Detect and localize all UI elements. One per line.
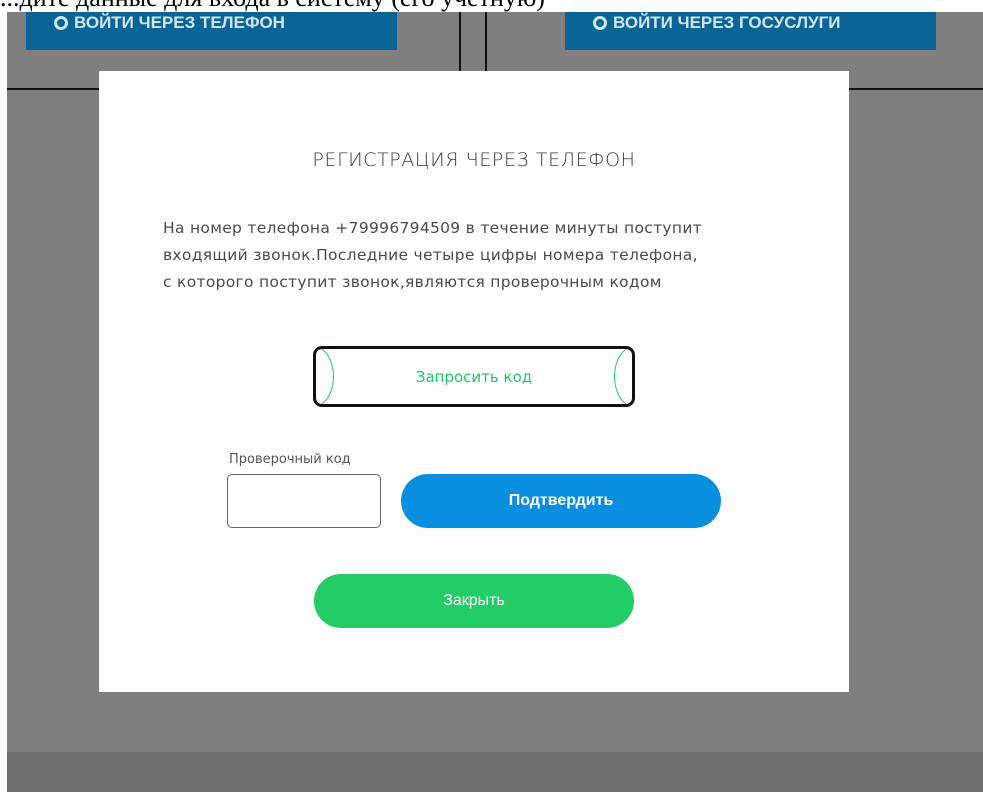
divider-line (849, 88, 983, 90)
request-code-button[interactable]: Запросить код (313, 346, 635, 407)
close-label: Закрыть (443, 592, 505, 609)
confirm-button[interactable]: Подтвердить (401, 474, 721, 528)
login-gosuslugi-button[interactable]: ВОЙТИ ЧЕРЕЗ ГОСУСЛУГИ (565, 12, 936, 50)
shield-icon (593, 16, 607, 30)
modal-title: РЕГИСТРАЦИЯ ЧЕРЕЗ ТЕЛЕФОН (312, 149, 636, 171)
code-field-label: Проверочный код (229, 452, 351, 467)
verification-code-input[interactable] (227, 474, 381, 528)
request-code-label: Запросить код (415, 367, 533, 386)
button-decoration (614, 349, 632, 404)
shield-icon (54, 16, 68, 30)
login-phone-button[interactable]: ВОЙТИ ЧЕРЕЗ ТЕЛЕФОН (26, 12, 397, 50)
close-button[interactable]: Закрыть (314, 574, 634, 628)
modal-description: На номер телефона +79996794509 в течение… (163, 215, 803, 296)
button-decoration (316, 349, 334, 404)
description-line: с которого поступит звонок,являются пров… (163, 273, 662, 291)
phone-registration-modal: РЕГИСТРАЦИЯ ЧЕРЕЗ ТЕЛЕФОН На номер телеф… (99, 71, 849, 692)
divider-line (7, 88, 99, 90)
confirm-label: Подтвердить (508, 492, 614, 509)
description-line: входящий звонок.Последние четыре цифры н… (163, 246, 698, 264)
description-line: На номер телефона +79996794509 в течение… (163, 219, 703, 237)
login-gosuslugi-label: ВОЙТИ ЧЕРЕЗ ГОСУСЛУГИ (613, 13, 841, 32)
page-bottom-area (7, 752, 983, 792)
login-phone-label: ВОЙТИ ЧЕРЕЗ ТЕЛЕФОН (74, 13, 285, 32)
page-heading-cut: ...дите данные для входа в систему (его … (0, 0, 983, 12)
